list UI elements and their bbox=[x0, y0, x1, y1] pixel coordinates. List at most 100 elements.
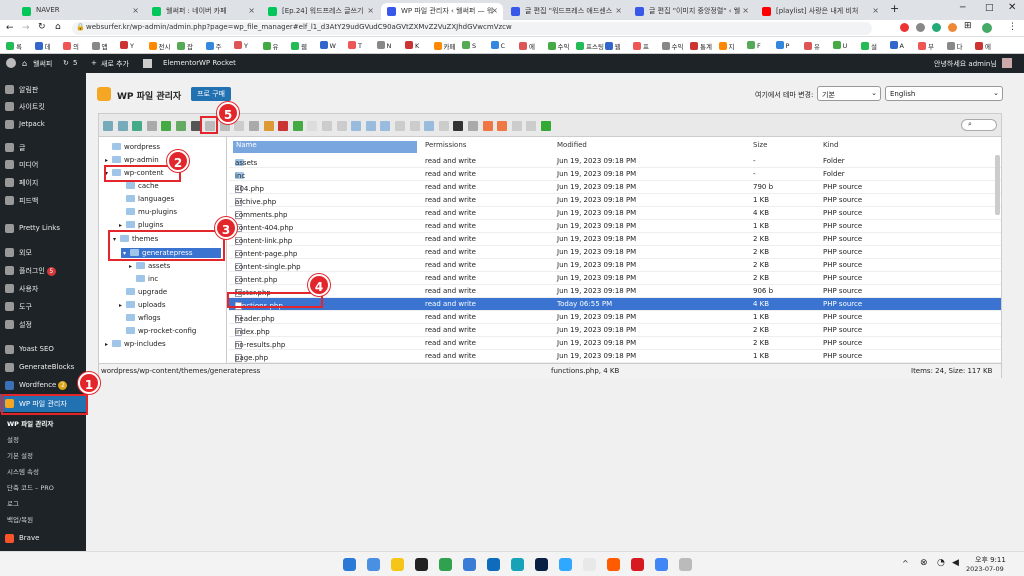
tree-toggle-icon[interactable]: ▸ bbox=[129, 263, 136, 270]
toolbar-button-icon[interactable] bbox=[365, 121, 376, 131]
sidebar-item[interactable]: 사용자 bbox=[0, 279, 86, 297]
tree-node[interactable]: ▸ uploads bbox=[119, 301, 166, 309]
file-row[interactable]: page.php read and write Jun 19, 2023 09:18… bbox=[229, 350, 1001, 363]
submenu-item[interactable]: 단축 코드 – PRO bbox=[7, 482, 54, 492]
extension-icon[interactable] bbox=[948, 23, 957, 32]
bookmark-item[interactable]: N bbox=[376, 41, 391, 50]
updates-count[interactable]: 5 bbox=[73, 59, 77, 67]
sidebar-item[interactable]: 페이지 bbox=[0, 173, 86, 191]
bookmark-item[interactable]: 유 bbox=[262, 41, 278, 51]
profile-avatar[interactable] bbox=[982, 23, 992, 33]
taskbar-app-icon[interactable] bbox=[535, 558, 548, 571]
language-select[interactable]: English ⌄ bbox=[885, 86, 1003, 101]
user-avatar[interactable] bbox=[1002, 58, 1012, 68]
new-content-link[interactable]: 새로 추가 bbox=[101, 59, 129, 69]
file-row[interactable]: content.php read and write Jun 19, 2023 09… bbox=[229, 272, 1001, 285]
close-tab-icon[interactable]: × bbox=[615, 6, 622, 15]
submenu-item[interactable]: 시스템 속성 bbox=[7, 466, 39, 476]
sidebar-item[interactable]: 도구 bbox=[0, 297, 86, 315]
taskbar-app-icon[interactable] bbox=[415, 558, 428, 571]
toolbar-button-icon[interactable] bbox=[176, 121, 186, 131]
tree-node[interactable]: ▸ plugins bbox=[119, 221, 163, 229]
bookmark-item[interactable]: 웹 bbox=[604, 41, 620, 51]
minimize-button[interactable]: ─ bbox=[960, 3, 965, 13]
menu-icon[interactable]: ⋮ bbox=[1008, 22, 1017, 32]
site-name-link[interactable]: 웰써피 bbox=[33, 59, 52, 69]
maximize-button[interactable]: □ bbox=[985, 3, 994, 13]
sidebar-item[interactable]: 미디어 bbox=[0, 155, 86, 173]
reload-icon[interactable]: ↻ bbox=[38, 22, 46, 32]
tree-toggle-icon[interactable]: ▸ bbox=[119, 302, 126, 309]
puzzle-icon[interactable]: ⊞ bbox=[964, 21, 972, 31]
tree-node[interactable]: inc bbox=[129, 275, 158, 283]
submenu-item[interactable]: WP 파일 관리자 bbox=[7, 418, 53, 428]
scrollbar[interactable] bbox=[995, 155, 1000, 215]
sidebar-item[interactable]: GenerateBlocks bbox=[0, 358, 86, 376]
bookmark-item[interactable]: 에 bbox=[519, 41, 535, 51]
updates-icon[interactable]: ↻ bbox=[63, 59, 69, 67]
tree-node[interactable]: ▸ wp-admin bbox=[105, 156, 159, 164]
tree-node[interactable]: wflogs bbox=[119, 314, 161, 322]
extension-icon[interactable] bbox=[900, 23, 909, 32]
sidebar-item[interactable]: Pretty Links bbox=[0, 219, 86, 237]
bookmark-item[interactable]: 수익 bbox=[547, 41, 569, 51]
bookmark-item[interactable]: Y bbox=[234, 41, 248, 50]
toolbar-button-icon[interactable] bbox=[380, 121, 391, 131]
sidebar-item[interactable]: 설정 bbox=[0, 315, 86, 333]
file-row[interactable]: inc read and write Jun 19, 2023 09:18 PM - F… bbox=[229, 168, 1001, 181]
toolbar-button-icon[interactable] bbox=[453, 121, 464, 131]
file-row[interactable]: content-link.php read and write Jun 19, 20… bbox=[229, 233, 1001, 246]
browser-tab[interactable]: 글 편집 "워드프레스 애드센스 × bbox=[505, 3, 627, 20]
toolbar-button-icon[interactable] bbox=[322, 121, 332, 131]
sidebar-item[interactable]: Yoast SEO bbox=[0, 340, 86, 358]
bookmark-item[interactable]: 유 bbox=[804, 41, 820, 51]
sidebar-item[interactable]: 알림판 bbox=[0, 80, 86, 98]
toolbar-button-icon[interactable] bbox=[395, 121, 405, 131]
close-tab-icon[interactable]: × bbox=[132, 6, 139, 15]
taskbar-app-icon[interactable] bbox=[487, 558, 500, 571]
buy-pro-button[interactable]: 프로 구매 bbox=[191, 87, 231, 101]
toolbar-button-icon[interactable] bbox=[132, 121, 143, 131]
toolbar-button-icon[interactable] bbox=[146, 121, 157, 131]
bookmark-item[interactable]: 전시 bbox=[148, 41, 170, 51]
tree-node[interactable]: mu-plugins bbox=[119, 208, 177, 216]
sidebar-item[interactable]: 글 bbox=[0, 138, 86, 156]
submenu-item[interactable]: 로그 bbox=[7, 498, 19, 508]
toolbar-button-icon[interactable] bbox=[424, 121, 435, 131]
sidebar-item[interactable]: Wordfence 2 bbox=[0, 376, 86, 394]
bookmark-item[interactable]: Y bbox=[120, 41, 134, 50]
column-kind[interactable]: Kind bbox=[823, 141, 838, 153]
bookmark-item[interactable]: P bbox=[775, 41, 789, 50]
bookmark-item[interactable]: 프 bbox=[633, 41, 649, 51]
bookmark-item[interactable]: U bbox=[832, 41, 847, 50]
submenu-item[interactable]: 기본 설정 bbox=[7, 450, 33, 460]
bookmark-item[interactable]: S bbox=[462, 41, 476, 50]
sidebar-item[interactable]: 외모 bbox=[0, 243, 86, 261]
address-bar[interactable]: 🔒 websurfer.kr/wp-admin/admin.php?page=w… bbox=[72, 22, 872, 35]
column-size[interactable]: Size bbox=[753, 141, 767, 153]
file-row[interactable]: content-404.php read and write Jun 19, 202… bbox=[229, 220, 1001, 233]
bookmark-item[interactable]: 의 bbox=[63, 41, 79, 51]
close-window-button[interactable]: ✕ bbox=[1008, 2, 1016, 13]
search-input[interactable]: ⌕ bbox=[961, 119, 997, 131]
toolbar-button-icon[interactable] bbox=[438, 121, 449, 131]
close-tab-icon[interactable]: × bbox=[367, 6, 374, 15]
file-row[interactable]: header.php read and write Jun 19, 2023 09:… bbox=[229, 311, 1001, 324]
file-row[interactable]: assets read and write Jun 19, 2023 09:18 P… bbox=[229, 155, 1001, 168]
submenu-item[interactable]: 설정 bbox=[7, 434, 19, 444]
taskbar-app-icon[interactable] bbox=[463, 558, 476, 571]
bookmark-item[interactable]: W bbox=[319, 41, 336, 50]
bookmark-item[interactable]: 설 bbox=[861, 41, 877, 51]
tree-node[interactable]: upgrade bbox=[119, 288, 167, 296]
bookmark-item[interactable]: F bbox=[747, 41, 761, 50]
taskbar-app-icon[interactable] bbox=[583, 558, 596, 571]
toolbar-button-icon[interactable] bbox=[263, 121, 274, 131]
column-modified[interactable]: Modified bbox=[557, 141, 587, 153]
tree-toggle-icon[interactable]: ▸ bbox=[105, 157, 112, 164]
extension-icon[interactable] bbox=[932, 23, 941, 32]
wordpress-logo-icon[interactable] bbox=[6, 58, 16, 68]
taskbar-app-icon[interactable] bbox=[559, 558, 572, 571]
file-row[interactable]: 404.php read and write Jun 19, 2023 09:18 … bbox=[229, 181, 1001, 194]
browser-tab[interactable]: NAVER × bbox=[16, 3, 144, 20]
bookmark-item[interactable]: 데 bbox=[34, 41, 50, 51]
